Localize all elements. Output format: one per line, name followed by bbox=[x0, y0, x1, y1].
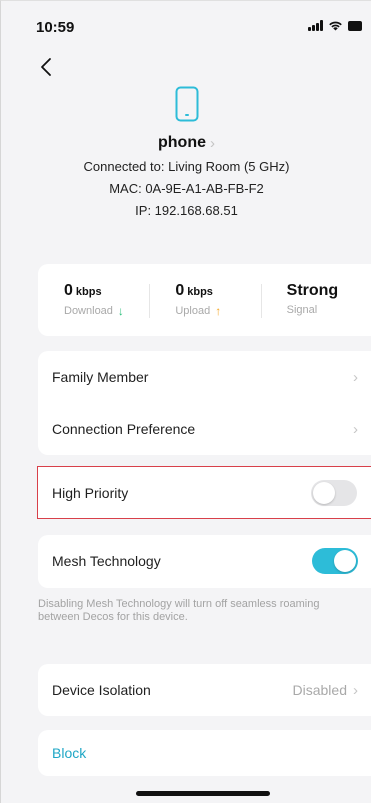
status-time: 10:59 bbox=[36, 19, 75, 36]
upload-unit: kbps bbox=[187, 286, 213, 298]
family-member-row[interactable]: Family Member › bbox=[38, 351, 371, 403]
device-isolation-row[interactable]: Device Isolation Disabled › bbox=[38, 664, 371, 716]
phone-icon bbox=[175, 86, 198, 122]
connection-preference-label: Connection Preference bbox=[52, 421, 196, 437]
upload-stat: 0 kbps Upload ↑ bbox=[149, 264, 260, 336]
high-priority-toggle[interactable] bbox=[311, 480, 357, 506]
high-priority-label: High Priority bbox=[52, 485, 129, 501]
status-bar: 10:59 bbox=[1, 1, 371, 51]
signal-value: Strong bbox=[286, 282, 339, 299]
mac-address: MAC: 0A-9E-A1-AB-FB-F2 bbox=[109, 181, 264, 196]
chevron-right-icon: › bbox=[353, 420, 358, 438]
back-button[interactable] bbox=[35, 55, 59, 79]
device-name-link[interactable]: phone › bbox=[1, 134, 371, 152]
app-frame: 10:59 phone › Connected to: Living Room … bbox=[0, 0, 371, 803]
download-value: 0 bbox=[64, 282, 73, 299]
connection-preference-row[interactable]: Connection Preference › bbox=[38, 403, 371, 455]
block-button[interactable]: Block bbox=[38, 730, 371, 776]
upload-value: 0 bbox=[175, 282, 185, 299]
wifi-icon bbox=[329, 21, 342, 31]
block-card: Block bbox=[38, 730, 371, 776]
traffic-stats-card: 0 kbps Download ↓ 0 kbps Upload ↑ Strong bbox=[38, 264, 371, 336]
battery-icon bbox=[348, 20, 362, 31]
download-unit: kbps bbox=[75, 286, 102, 298]
signal-label: Signal bbox=[286, 304, 318, 316]
high-priority-row: High Priority bbox=[38, 467, 371, 519]
device-isolation-label: Device Isolation bbox=[52, 682, 151, 698]
device-isolation-value: Disabled bbox=[292, 682, 347, 698]
chevron-right-icon: › bbox=[210, 134, 215, 152]
mesh-technology-row: Mesh Technology bbox=[38, 535, 371, 587]
mesh-technology-toggle[interactable] bbox=[312, 548, 358, 574]
connected-to-text: Connected to: Living Room (5 GHz) bbox=[83, 159, 290, 174]
mesh-technology-label: Mesh Technology bbox=[52, 553, 161, 569]
upload-label: Upload bbox=[175, 305, 211, 317]
download-label: Download bbox=[64, 305, 113, 317]
ip-address: IP: 192.168.68.51 bbox=[135, 203, 238, 218]
chevron-right-icon: › bbox=[353, 368, 358, 386]
device-header: phone › Connected to: Living Room (5 GHz… bbox=[1, 86, 371, 218]
toggle-knob bbox=[334, 550, 356, 572]
toggle-knob bbox=[313, 482, 335, 504]
signal-stat: Strong Signal bbox=[260, 264, 371, 336]
arrow-up-icon: ↑ bbox=[215, 304, 222, 318]
home-indicator[interactable] bbox=[136, 791, 270, 796]
download-stat: 0 kbps Download ↓ bbox=[38, 264, 149, 336]
arrow-down-icon: ↓ bbox=[117, 304, 124, 318]
mesh-technology-note: Disabling Mesh Technology will turn off … bbox=[38, 598, 320, 623]
chevron-left-icon bbox=[41, 58, 51, 76]
cellular-signal-icon bbox=[308, 20, 323, 31]
status-icons bbox=[308, 20, 362, 31]
device-name: phone bbox=[158, 134, 206, 151]
family-member-label: Family Member bbox=[52, 369, 149, 385]
device-isolation-card: Device Isolation Disabled › bbox=[38, 664, 371, 716]
chevron-right-icon: › bbox=[353, 681, 358, 699]
device-settings-list: Family Member › Connection Preference › bbox=[38, 351, 371, 455]
high-priority-card: High Priority bbox=[37, 466, 371, 519]
mesh-technology-card: Mesh Technology bbox=[38, 535, 371, 588]
